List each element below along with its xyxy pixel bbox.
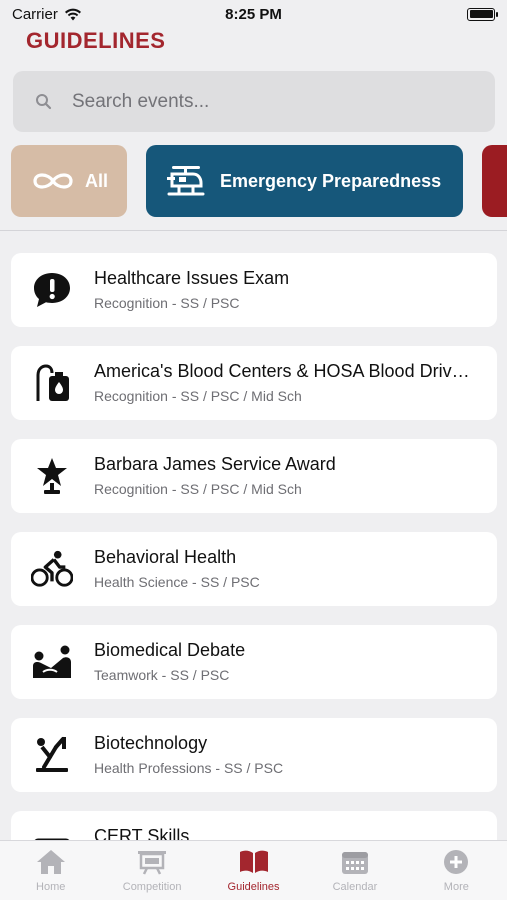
presentation-icon [138, 851, 167, 875]
cyclist-icon [31, 549, 73, 589]
blood-bag-icon [31, 363, 73, 403]
page-title: GUIDELINES [26, 28, 166, 53]
event-card-behavioral-health[interactable]: Behavioral Health Health Science - SS / … [11, 532, 497, 606]
event-card-healthcare-issues-exam[interactable]: Healthcare Issues Exam Recognition - SS … [11, 253, 497, 327]
filter-chip-all[interactable]: All [11, 145, 127, 217]
tab-label: Calendar [332, 881, 378, 893]
event-subtitle: Health Professions - SS / PSC [94, 760, 284, 776]
event-title: America's Blood Centers & HOSA Blood Dri… [94, 361, 479, 381]
search-icon [36, 94, 52, 110]
status-bar: Carrier 8:25 PM [0, 0, 507, 28]
battery-icon [467, 7, 498, 21]
search-input[interactable] [72, 90, 472, 113]
filter-chip-label: Emergency Preparedness [220, 170, 442, 191]
tab-calendar[interactable]: Calendar [304, 841, 405, 900]
tab-label: Guidelines [227, 881, 280, 893]
event-card-blood-drive[interactable]: America's Blood Centers & HOSA Blood Dri… [11, 346, 497, 420]
event-card-biotechnology[interactable]: Biotechnology Health Professions - SS / … [11, 718, 497, 792]
calendar-icon [341, 852, 368, 874]
wifi-icon [64, 8, 81, 20]
debate-icon [31, 642, 73, 682]
book-icon [239, 850, 268, 873]
tab-label: Home [36, 881, 66, 893]
event-subtitle: Recognition - SS / PSC / Mid Sch [94, 388, 302, 404]
filter-chip-partial[interactable] [482, 145, 507, 217]
carrier-label: Carrier [12, 5, 58, 23]
plus-circle-icon [444, 850, 469, 874]
event-card-biomedical-debate[interactable]: Biomedical Debate Teamwork - SS / PSC [11, 625, 497, 699]
divider [0, 230, 507, 231]
event-subtitle: Teamwork - SS / PSC [94, 667, 230, 683]
search-bar[interactable] [13, 71, 495, 132]
star-trophy-icon [31, 456, 73, 496]
event-title: Biomedical Debate [94, 640, 246, 660]
event-subtitle: Health Science - SS / PSC [94, 574, 260, 590]
event-title: Biotechnology [94, 733, 208, 753]
filter-chip-label: All [85, 170, 109, 191]
tab-label: Competition [122, 881, 182, 893]
event-subtitle: Recognition - SS / PSC [94, 295, 240, 311]
tab-label: More [443, 881, 469, 893]
event-title: Healthcare Issues Exam [94, 268, 290, 288]
home-icon [36, 850, 65, 874]
tab-bar[interactable]: Home Competition Guidelines Calendar Mor… [0, 840, 507, 900]
event-title: Barbara James Service Award [94, 454, 336, 474]
microscope-icon [31, 735, 73, 775]
tab-competition[interactable]: Competition [101, 841, 202, 900]
event-subtitle: Recognition - SS / PSC / Mid Sch [94, 481, 302, 497]
event-card-barbara-james-service-award[interactable]: Barbara James Service Award Recognition … [11, 439, 497, 513]
infinity-icon [33, 173, 73, 189]
filter-chip-emergency-preparedness[interactable]: Emergency Preparedness [146, 145, 463, 217]
helicopter-icon [167, 166, 205, 196]
tab-home[interactable]: Home [0, 841, 101, 900]
event-title: Behavioral Health [94, 547, 237, 567]
exclamation-bubble-icon [31, 270, 73, 310]
category-filter-bar[interactable]: All Emergency Preparedness [0, 145, 507, 217]
tab-more[interactable]: More [406, 841, 507, 900]
tab-guidelines[interactable]: Guidelines [203, 841, 304, 900]
